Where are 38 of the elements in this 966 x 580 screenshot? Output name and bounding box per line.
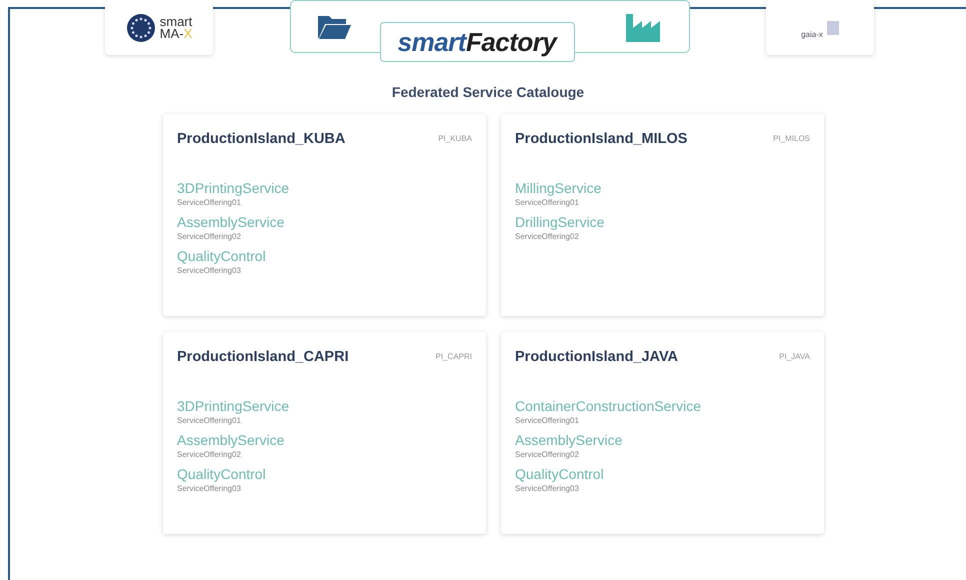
- logo-text: MA-X: [160, 28, 192, 40]
- service-link[interactable]: DrillingService: [515, 214, 810, 231]
- service-link[interactable]: ContainerConstructionService: [515, 398, 810, 415]
- service-link[interactable]: MillingService: [515, 180, 810, 197]
- service-link[interactable]: QualityControl: [177, 466, 472, 483]
- island-code: PI_MILOS: [773, 134, 810, 143]
- island-name: ProductionIsland_KUBA: [177, 131, 346, 147]
- island-name: ProductionIsland_CAPRI: [177, 349, 349, 365]
- island-name: ProductionIsland_JAVA: [515, 349, 678, 365]
- service-offering: ServiceOffering01: [515, 197, 580, 208]
- service-link[interactable]: 3DPrintingService: [177, 398, 472, 415]
- service-offering: ServiceOffering02: [515, 231, 580, 242]
- service-offering: ServiceOffering02: [177, 449, 242, 460]
- service-link[interactable]: AssemblyService: [515, 432, 810, 449]
- page-title: Federated Service Catalouge: [390, 84, 586, 100]
- service-offering: ServiceOffering01: [515, 415, 580, 426]
- island-name: ProductionIsland_MILOS: [515, 131, 688, 147]
- logo-text: gaia-x: [801, 30, 823, 39]
- service-link[interactable]: AssemblyService: [177, 432, 472, 449]
- service-offering: ServiceOffering03: [177, 483, 242, 494]
- island-code: PI_CAPRI: [436, 352, 472, 361]
- service-offering: ServiceOffering02: [515, 449, 580, 460]
- service-link[interactable]: QualityControl: [177, 248, 472, 265]
- island-code: PI_KUBA: [438, 134, 472, 143]
- service-link[interactable]: QualityControl: [515, 466, 810, 483]
- service-offering: ServiceOffering03: [177, 265, 242, 276]
- service-offering: ServiceOffering03: [515, 483, 580, 494]
- folder-icon: [316, 14, 350, 40]
- service-offering: ServiceOffering02: [177, 231, 242, 242]
- service-offering: ServiceOffering01: [177, 415, 242, 426]
- factory-icon: [624, 12, 662, 42]
- smartfactory-logo: smartFactory: [380, 22, 574, 62]
- eu-stars-icon: [126, 12, 156, 42]
- service-link[interactable]: 3DPrintingService: [177, 180, 472, 197]
- service-link[interactable]: AssemblyService: [177, 214, 472, 231]
- island-code: PI_JAVA: [779, 352, 810, 361]
- logo-text: smart: [160, 16, 192, 28]
- service-offering: ServiceOffering01: [177, 197, 242, 208]
